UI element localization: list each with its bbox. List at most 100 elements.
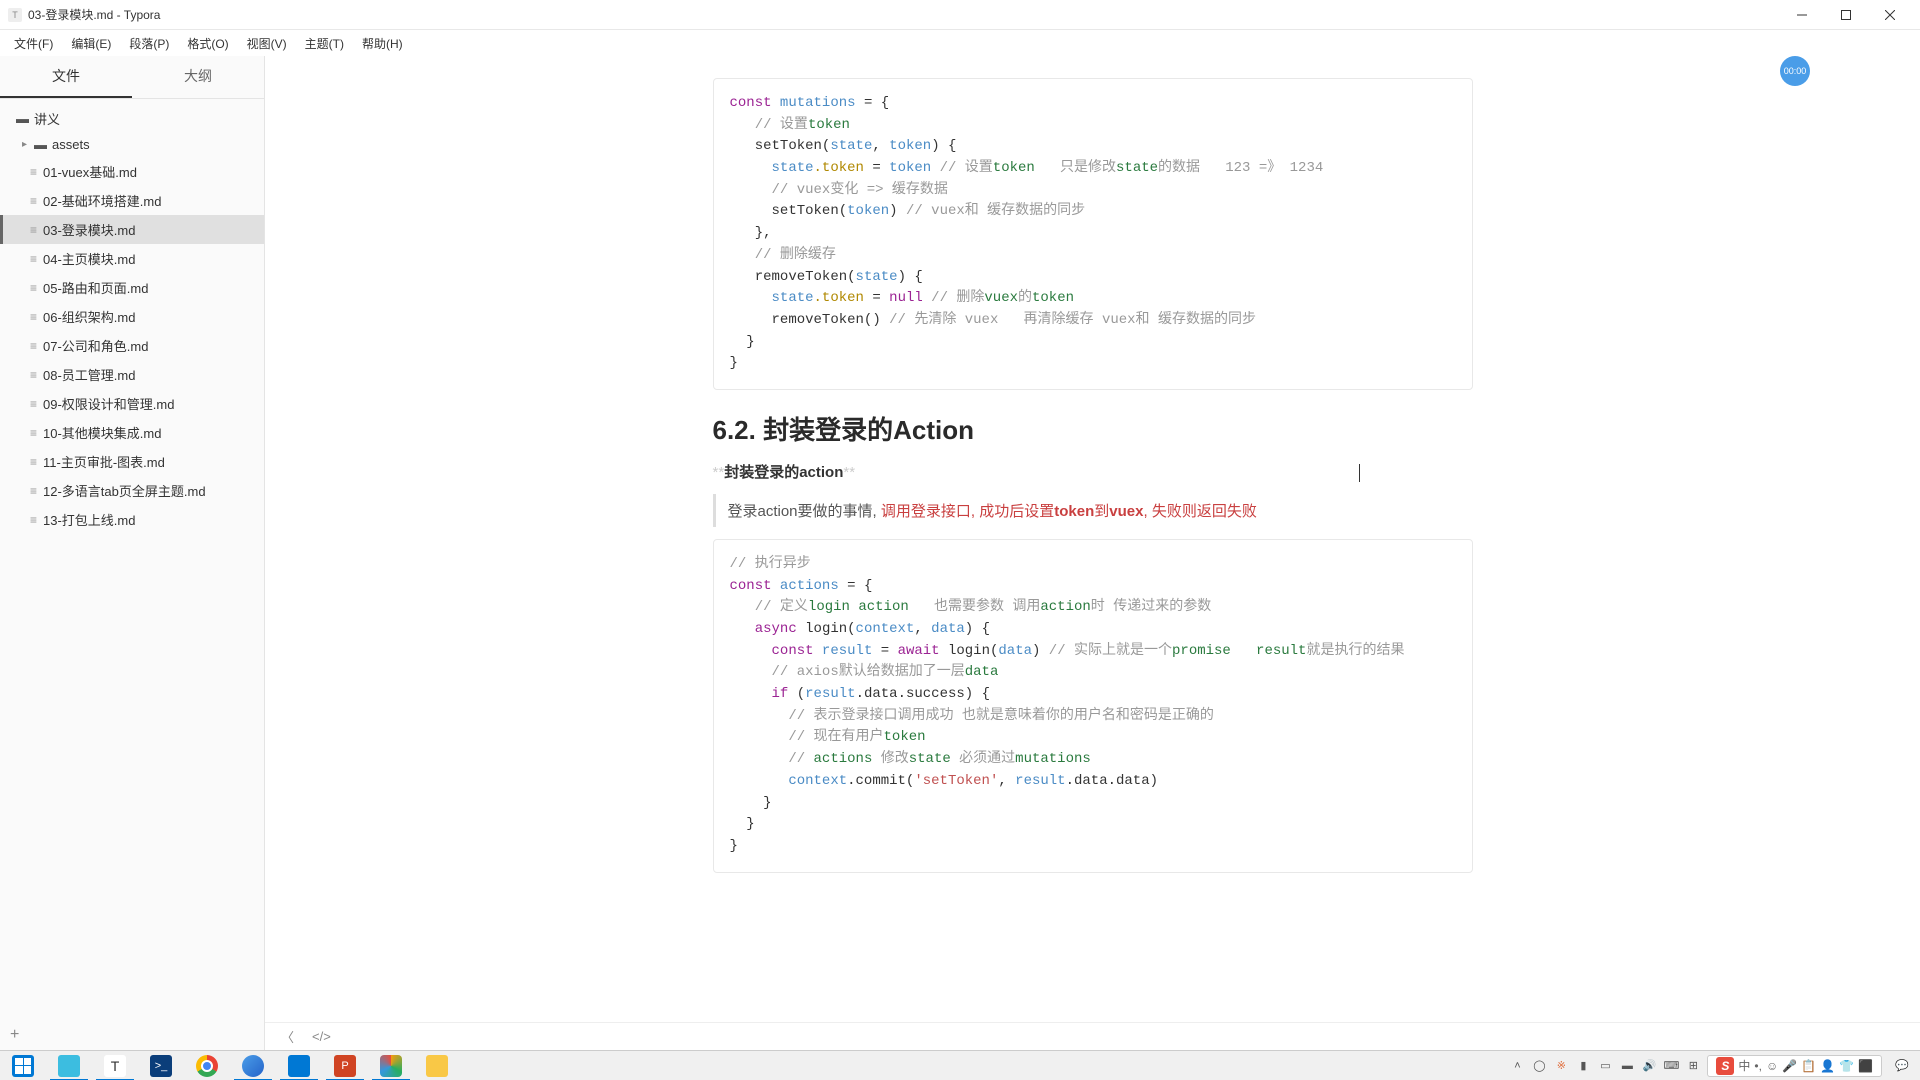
- file-label: 02-基础环境搭建.md: [43, 191, 161, 210]
- minimize-button[interactable]: [1780, 0, 1824, 30]
- file-label: 04-主页模块.md: [43, 249, 135, 268]
- task-app-1[interactable]: [46, 1051, 92, 1080]
- file-icon: ≡: [30, 455, 37, 469]
- tray-icon-4[interactable]: ▭: [1597, 1058, 1613, 1074]
- tray-icon-1[interactable]: ◯: [1531, 1058, 1547, 1074]
- timer-badge[interactable]: 00:00: [1780, 56, 1810, 86]
- sidebar-add-button[interactable]: +: [0, 1020, 264, 1050]
- task-app-8[interactable]: [368, 1051, 414, 1080]
- task-typora[interactable]: T: [92, 1051, 138, 1080]
- code-block-mutations[interactable]: const mutations = { // 设置token setToken(…: [713, 78, 1473, 390]
- text-cursor: [1359, 464, 1360, 482]
- tab-outline[interactable]: 大纲: [132, 56, 264, 98]
- system-tray: ˄ ◯ ※ ▮ ▭ ▬ 🔊 ⌨ ⊞ S 中 •, ☺ 🎤 📋 👤 👕 ⬛ 💬: [1499, 1055, 1920, 1077]
- file-icon: ≡: [30, 426, 37, 440]
- menu-edit[interactable]: 编辑(E): [63, 32, 119, 55]
- file-label: 01-vuex基础.md: [43, 162, 137, 181]
- tray-volume-icon[interactable]: 🔊: [1641, 1058, 1657, 1074]
- subfolder-label: assets: [52, 137, 90, 152]
- task-powershell[interactable]: >_: [138, 1051, 184, 1080]
- blockquote[interactable]: 登录action要做的事情, 调用登录接口, 成功后设置token到vuex, …: [713, 494, 1473, 527]
- tree-file[interactable]: ≡ 13-打包上线.md: [0, 505, 264, 534]
- file-icon: ≡: [30, 223, 37, 237]
- tray-notifications-icon[interactable]: 💬: [1894, 1058, 1910, 1074]
- tray-keyboard-icon[interactable]: ⌨: [1663, 1058, 1679, 1074]
- tree-root-folder[interactable]: ▬ 讲义: [0, 105, 264, 132]
- menu-format[interactable]: 格式(O): [179, 32, 236, 55]
- tree-file[interactable]: ≡ 10-其他模块集成.md: [0, 418, 264, 447]
- close-button[interactable]: [1868, 0, 1912, 30]
- tray-battery-icon[interactable]: ▬: [1619, 1058, 1635, 1074]
- back-button[interactable]: 〈: [281, 1027, 294, 1046]
- menu-help[interactable]: 帮助(H): [354, 32, 411, 55]
- file-icon: ≡: [30, 165, 37, 179]
- file-icon: ≡: [30, 281, 37, 295]
- file-icon: ≡: [30, 194, 37, 208]
- file-label: 03-登录模块.md: [43, 220, 135, 239]
- file-label: 08-员工管理.md: [43, 365, 135, 384]
- menu-bar: 文件(F) 编辑(E) 段落(P) 格式(O) 视图(V) 主题(T) 帮助(H…: [0, 30, 1920, 56]
- file-icon: ≡: [30, 310, 37, 324]
- tree-file[interactable]: ≡ 02-基础环境搭建.md: [0, 186, 264, 215]
- file-icon: ≡: [30, 339, 37, 353]
- tray-icon-8[interactable]: ⊞: [1685, 1058, 1701, 1074]
- file-label: 11-主页审批-图表.md: [43, 452, 165, 471]
- tree-file[interactable]: ≡ 01-vuex基础.md: [0, 157, 264, 186]
- tree-file[interactable]: ≡ 11-主页审批-图表.md: [0, 447, 264, 476]
- task-vscode[interactable]: [276, 1051, 322, 1080]
- source-mode-button[interactable]: </>: [312, 1029, 331, 1044]
- tree-file[interactable]: ≡ 05-路由和页面.md: [0, 273, 264, 302]
- folder-icon: ▬: [34, 137, 47, 152]
- file-label: 06-组织架构.md: [43, 307, 135, 326]
- window-title: 03-登录模块.md - Typora: [28, 6, 160, 23]
- heading-h2[interactable]: 6.2. 封装登录的Action: [713, 410, 1473, 447]
- menu-view[interactable]: 视图(V): [239, 32, 295, 55]
- file-icon: ≡: [30, 368, 37, 382]
- task-app-5[interactable]: [230, 1051, 276, 1080]
- file-label: 13-打包上线.md: [43, 510, 135, 529]
- tab-files[interactable]: 文件: [0, 56, 132, 98]
- tree-file[interactable]: ≡ 06-组织架构.md: [0, 302, 264, 331]
- file-icon: ≡: [30, 397, 37, 411]
- file-icon: ≡: [30, 513, 37, 527]
- ime-logo-icon: S: [1716, 1057, 1734, 1075]
- tree-file[interactable]: ≡ 08-员工管理.md: [0, 360, 264, 389]
- tree-file[interactable]: ≡ 12-多语言tab页全屏主题.md: [0, 476, 264, 505]
- folder-label: 讲义: [34, 109, 60, 128]
- title-bar: T 03-登录模块.md - Typora: [0, 0, 1920, 30]
- tray-chevron-icon[interactable]: ˄: [1509, 1058, 1525, 1074]
- file-label: 12-多语言tab页全屏主题.md: [43, 481, 206, 500]
- file-tree: ▬ 讲义 ▸ ▬ assets ≡ 01-vuex基础.md ≡ 02-基础环境搭建.…: [0, 99, 264, 1020]
- menu-file[interactable]: 文件(F): [6, 32, 61, 55]
- file-label: 07-公司和角色.md: [43, 336, 148, 355]
- maximize-button[interactable]: [1824, 0, 1868, 30]
- editor-content[interactable]: const mutations = { // 设置token setToken(…: [265, 56, 1920, 1050]
- code-block-actions[interactable]: // 执行异步 const actions = { // 定义login act…: [713, 539, 1473, 873]
- tree-subfolder[interactable]: ▸ ▬ assets: [0, 132, 264, 157]
- sidebar: 文件 大纲 ▬ 讲义 ▸ ▬ assets ≡ 01-vuex基础.md ≡ 02-基…: [0, 56, 265, 1050]
- tree-file[interactable]: ≡ 03-登录模块.md: [0, 215, 264, 244]
- file-icon: ≡: [30, 252, 37, 266]
- task-chrome[interactable]: [184, 1051, 230, 1080]
- task-explorer[interactable]: [414, 1051, 460, 1080]
- ime-bar[interactable]: S 中 •, ☺ 🎤 📋 👤 👕 ⬛: [1707, 1055, 1882, 1077]
- file-label: 05-路由和页面.md: [43, 278, 148, 297]
- start-button[interactable]: [0, 1051, 46, 1080]
- app-icon: T: [8, 8, 22, 22]
- editor-footer: 〈 </>: [265, 1022, 1920, 1050]
- bold-paragraph[interactable]: **封装登录的action**: [713, 461, 1473, 482]
- tray-icon-2[interactable]: ※: [1553, 1058, 1569, 1074]
- file-icon: ≡: [30, 484, 37, 498]
- tree-file[interactable]: ≡ 07-公司和角色.md: [0, 331, 264, 360]
- menu-paragraph[interactable]: 段落(P): [121, 32, 177, 55]
- taskbar: T >_ P ˄ ◯ ※ ▮ ▭ ▬ 🔊 ⌨ ⊞ S 中 •, ☺ 🎤 📋 👤 …: [0, 1050, 1920, 1080]
- folder-icon: ▬: [16, 111, 29, 126]
- tree-file[interactable]: ≡ 04-主页模块.md: [0, 244, 264, 273]
- tree-file[interactable]: ≡ 09-权限设计和管理.md: [0, 389, 264, 418]
- file-label: 10-其他模块集成.md: [43, 423, 161, 442]
- tray-icon-3[interactable]: ▮: [1575, 1058, 1591, 1074]
- task-powerpoint[interactable]: P: [322, 1051, 368, 1080]
- file-label: 09-权限设计和管理.md: [43, 394, 174, 413]
- menu-theme[interactable]: 主题(T): [297, 32, 352, 55]
- chevron-right-icon: ▸: [22, 139, 34, 150]
